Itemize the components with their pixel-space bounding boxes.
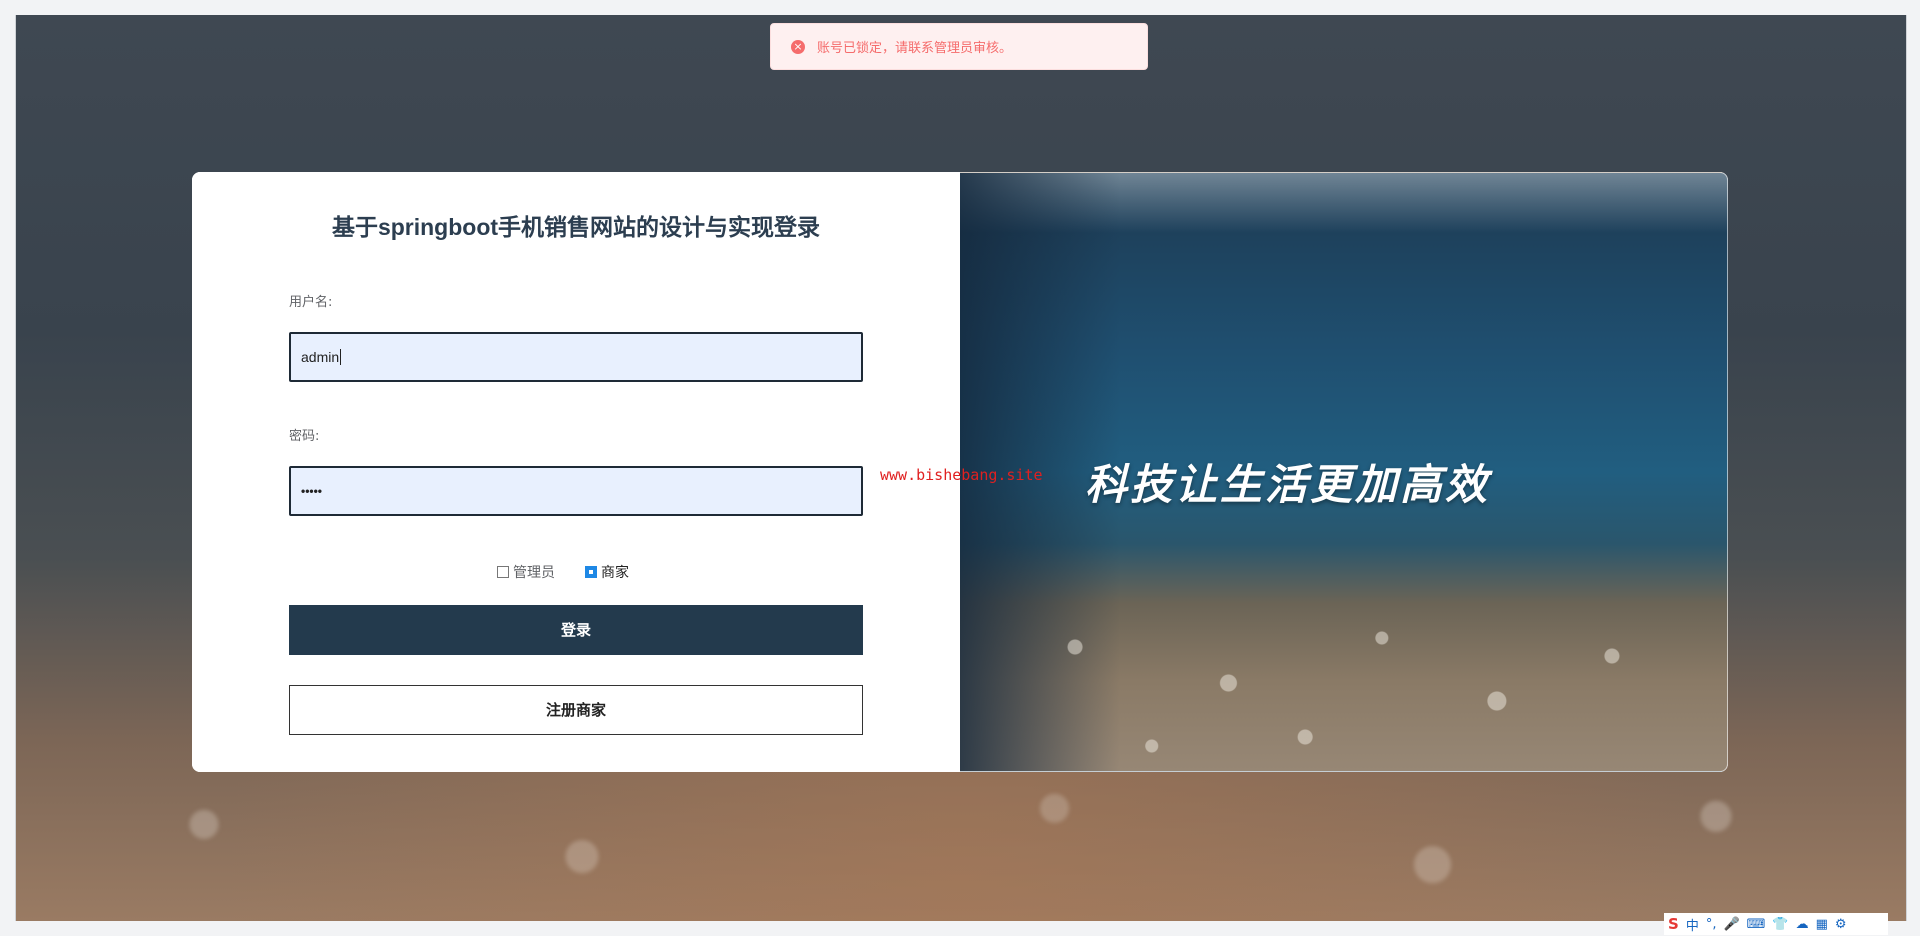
password-value: ••••• — [301, 484, 323, 498]
chinese-mode-icon[interactable]: 中 — [1686, 915, 1699, 934]
role-label-admin: 管理员 — [513, 565, 555, 581]
role-label-merchant: 商家 — [601, 565, 629, 581]
merchant-checkbox[interactable] — [585, 566, 597, 578]
register-merchant-button[interactable]: 注册商家 — [289, 685, 863, 735]
settings-icon[interactable]: ⚙ — [1835, 917, 1847, 932]
microphone-icon[interactable]: 🎤 — [1723, 917, 1739, 932]
cloud-icon[interactable]: ☁ — [1796, 917, 1809, 932]
keyboard-icon[interactable]: ⌨ — [1747, 917, 1766, 932]
admin-checkbox[interactable] — [497, 566, 509, 578]
skin-icon[interactable]: 👕 — [1772, 917, 1788, 932]
punctuation-icon[interactable]: °, — [1706, 917, 1717, 932]
password-input[interactable]: ••••• — [289, 466, 863, 516]
username-input[interactable]: admin — [289, 332, 863, 382]
toast-message: 账号已锁定，请联系管理员审核。 — [817, 41, 1013, 56]
background-beach — [15, 760, 1905, 921]
error-circle-icon: × — [791, 39, 805, 54]
banner-slogan: 科技让生活更加高效 — [1085, 460, 1491, 509]
login-button[interactable]: 登录 — [289, 605, 863, 655]
username-label: 用户名: — [289, 295, 333, 310]
sogou-icon[interactable]: S — [1668, 915, 1679, 933]
password-label: 密码: — [289, 429, 320, 444]
role-option-admin[interactable]: 管理员 — [497, 562, 555, 582]
banner-panel: 科技让生活更加高效 — [960, 172, 1728, 772]
role-option-merchant[interactable]: 商家 — [585, 562, 629, 582]
username-value: admin — [301, 349, 340, 365]
error-toast: × 账号已锁定，请联系管理员审核。 — [770, 23, 1148, 70]
role-selector: 管理员 商家 — [497, 562, 659, 582]
watermark-text: www.bishebang.site — [880, 466, 1043, 484]
ime-toolbar: S 中 °, 🎤 ⌨ 👕 ☁ ▦ ⚙ — [1664, 913, 1888, 935]
grid-icon[interactable]: ▦ — [1816, 917, 1828, 932]
login-form-panel: 基于springboot手机销售网站的设计与实现登录 用户名: admin 密码… — [192, 172, 960, 772]
page-title: 基于springboot手机销售网站的设计与实现登录 — [331, 214, 821, 240]
beach-image — [960, 593, 1727, 772]
